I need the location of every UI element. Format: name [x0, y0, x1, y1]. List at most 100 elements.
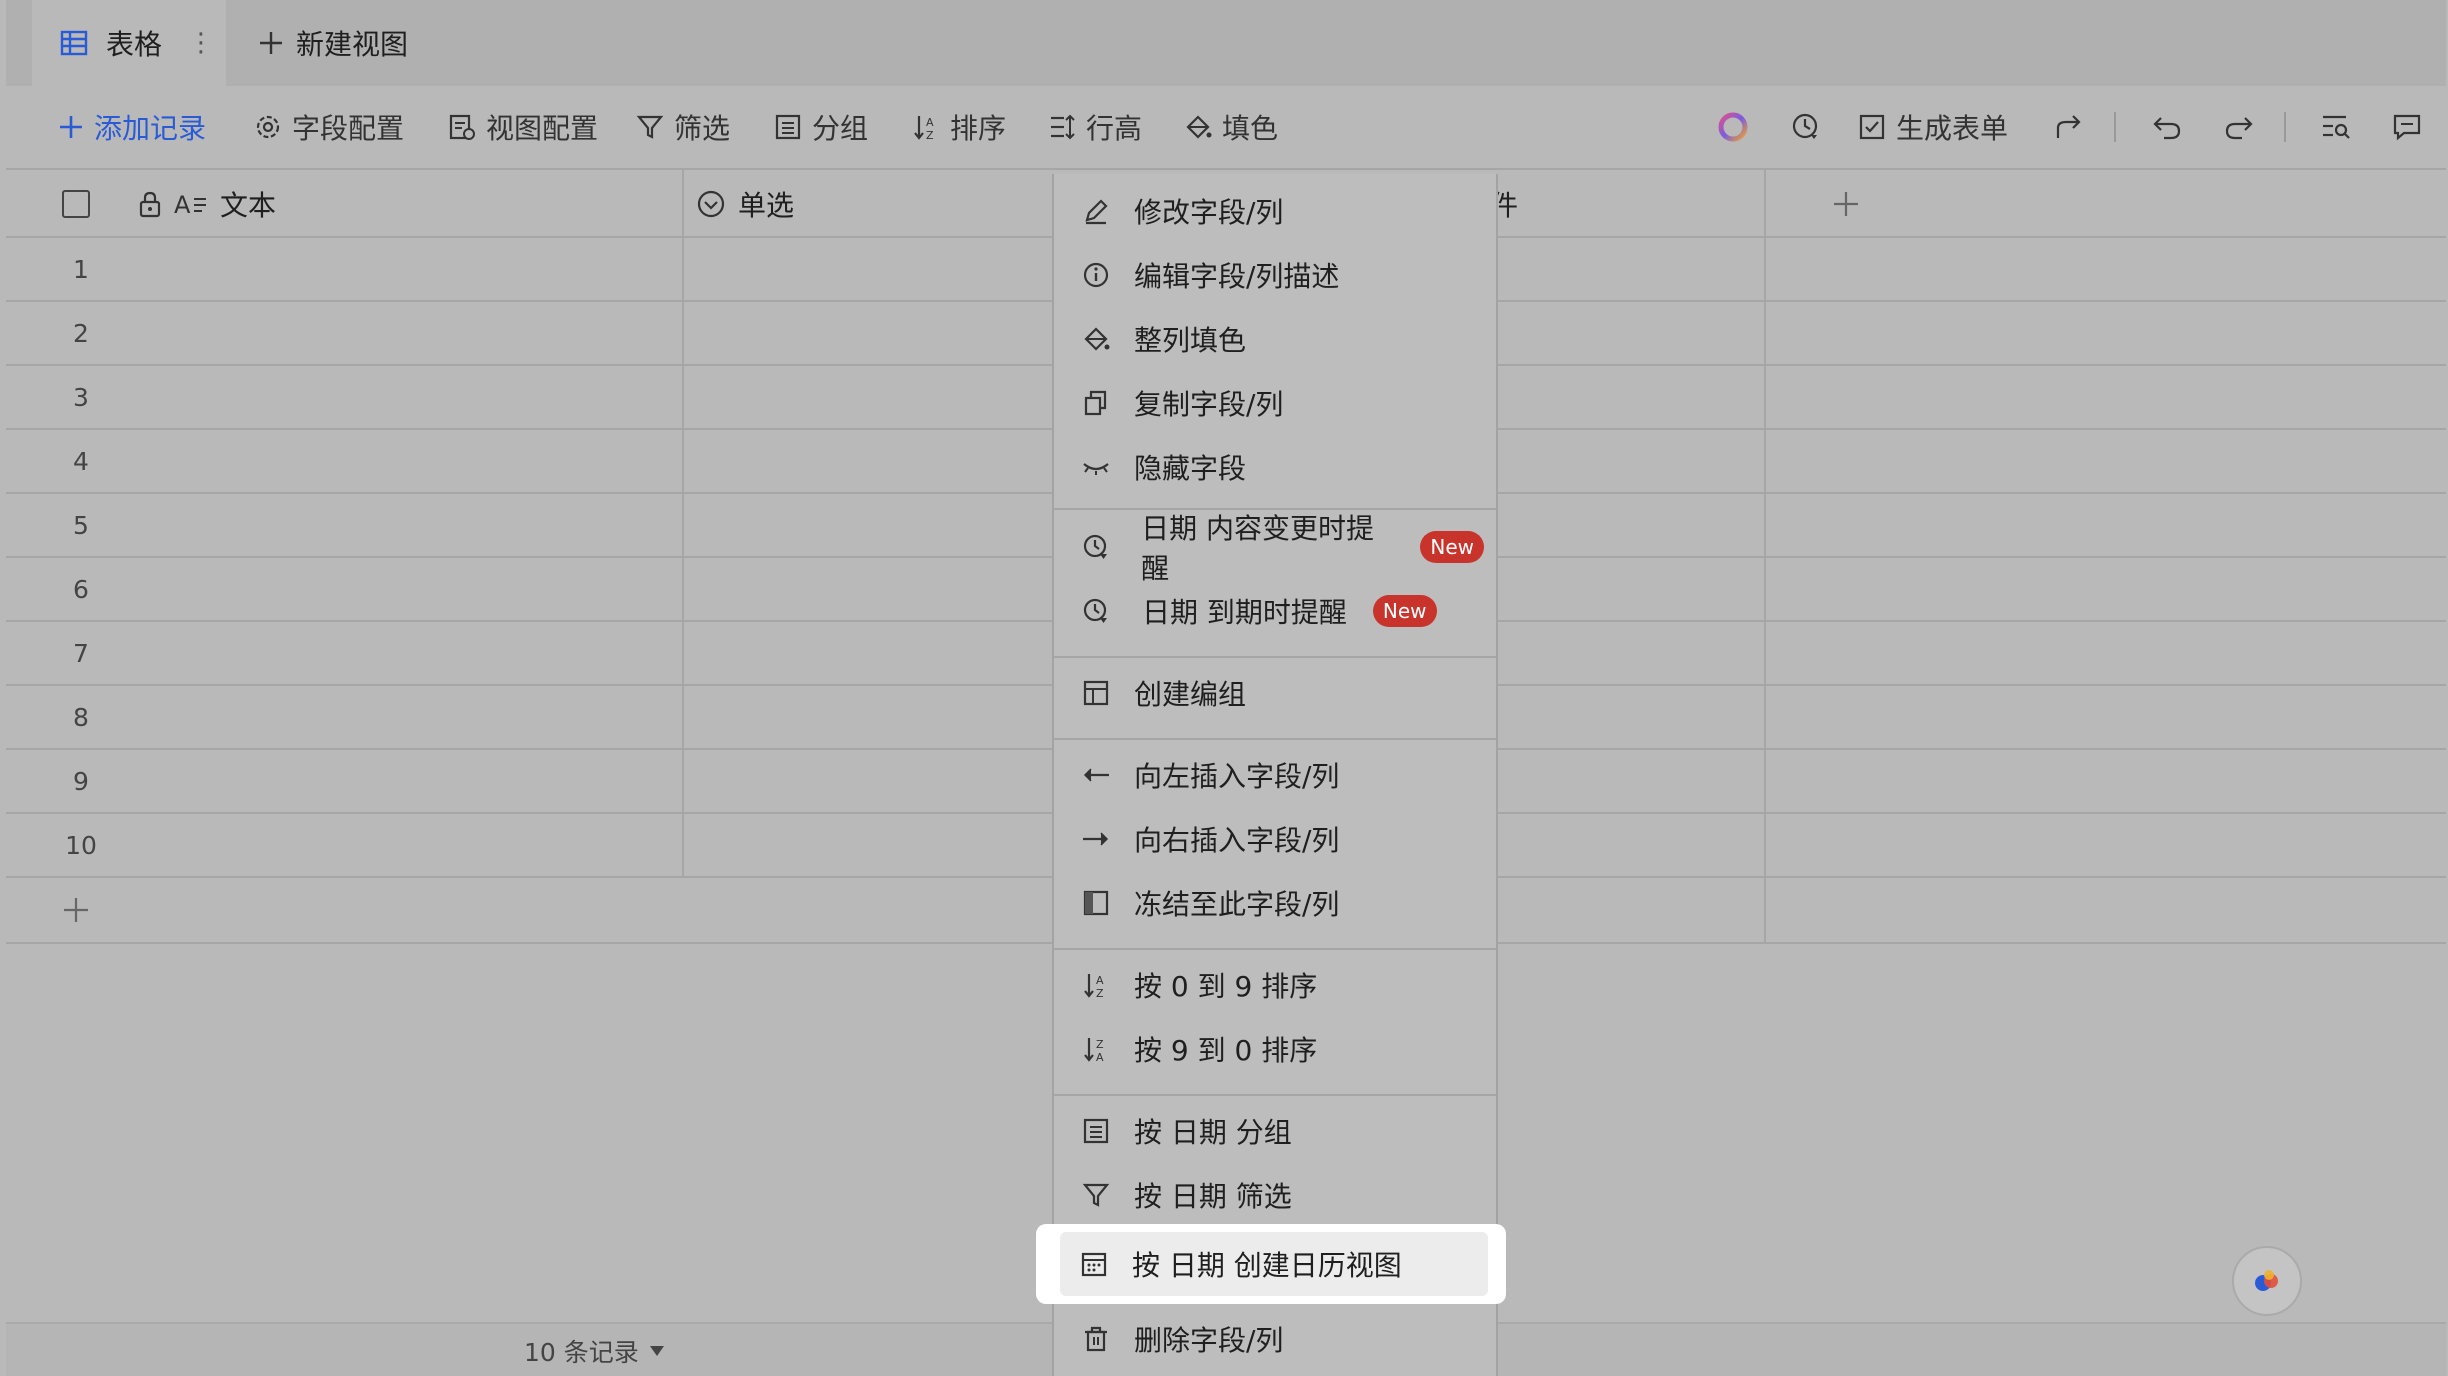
- plus-icon: [1832, 190, 1860, 218]
- record-count[interactable]: 10 条记录: [524, 1324, 665, 1376]
- filter-button[interactable]: 筛选: [636, 86, 730, 168]
- menu-item-due-reminder[interactable]: 日期 到期时提醒 New: [1074, 582, 1484, 640]
- menu-item-edit-field[interactable]: 修改字段/列: [1074, 182, 1484, 240]
- menu-item-create-calendar-view[interactable]: 按 日期 创建日历视图: [1072, 1235, 1482, 1293]
- form-check-icon: [1858, 113, 1886, 141]
- redo-icon[interactable]: [2224, 86, 2254, 168]
- column-header-single-select[interactable]: 单选: [696, 170, 794, 238]
- svg-text:Z: Z: [1096, 987, 1104, 999]
- row-number: 9: [73, 766, 89, 796]
- sort-button[interactable]: AZ 排序: [912, 86, 1006, 168]
- menu-item-label: 创建编组: [1134, 678, 1247, 711]
- assistant-fab[interactable]: [2232, 1246, 2302, 1316]
- row-number: 1: [73, 254, 89, 284]
- menu-item-sort-asc[interactable]: AZ 按 0 到 9 排序: [1074, 956, 1484, 1014]
- menu-item-label: 按 日期 筛选: [1134, 1180, 1292, 1213]
- column-context-menu: 修改字段/列 编辑字段/列描述 整列填色 复制字段/列 隐藏字段 日期 内容变更…: [1052, 174, 1498, 1376]
- menu-item-label: 日期 内容变更时提醒: [1141, 512, 1374, 585]
- reminder-icon: [1080, 595, 1112, 627]
- view-config-icon: [448, 113, 476, 141]
- assistant-icon: [2251, 1265, 2283, 1297]
- paint-bucket-icon: [1184, 113, 1212, 141]
- menu-item-hide-field[interactable]: 隐藏字段: [1074, 438, 1484, 496]
- row-number: 7: [73, 638, 89, 668]
- new-badge: New: [1372, 595, 1437, 627]
- menu-item-label: 冻结至此字段/列: [1134, 888, 1340, 921]
- fill-color-label: 填色: [1222, 112, 1279, 145]
- pencil-icon: [1080, 195, 1112, 227]
- filter-icon: [1080, 1179, 1112, 1211]
- menu-item-label: 日期 到期时提醒: [1142, 596, 1347, 629]
- menu-item-group-by-date[interactable]: 按 日期 分组: [1074, 1102, 1484, 1160]
- view-config-button[interactable]: 视图配置: [448, 86, 598, 168]
- group-label: 分组: [812, 112, 869, 145]
- menu-item-create-group[interactable]: 创建编组: [1074, 664, 1484, 722]
- lock-icon: [138, 190, 162, 218]
- menu-item-edit-description[interactable]: 编辑字段/列描述: [1074, 246, 1484, 304]
- search-list-icon[interactable]: [2320, 86, 2352, 168]
- sort-asc-icon: AZ: [1080, 969, 1112, 1001]
- svg-text:Z: Z: [1096, 1038, 1104, 1051]
- menu-item-fill-column[interactable]: 整列填色: [1074, 310, 1484, 368]
- calendar-icon: [1078, 1248, 1110, 1280]
- freeze-column-icon: [1080, 887, 1112, 919]
- svg-text:Z: Z: [926, 129, 934, 141]
- new-view-label: 新建视图: [296, 28, 409, 61]
- row-height-label: 行高: [1086, 112, 1143, 145]
- plus-icon: [258, 30, 284, 56]
- row-height-icon: [1048, 113, 1076, 141]
- reminder-icon[interactable]: [1790, 86, 1822, 168]
- menu-item-label: 编辑字段/列描述: [1134, 260, 1340, 293]
- new-view-button[interactable]: 新建视图: [258, 0, 408, 86]
- tab-more-icon[interactable]: ⋮: [188, 28, 214, 58]
- menu-item-delete-field[interactable]: 删除字段/列: [1074, 1310, 1484, 1368]
- table-icon: [60, 29, 88, 57]
- generate-form-button[interactable]: 生成表单: [1858, 86, 2008, 168]
- add-column-button[interactable]: [1832, 170, 1860, 238]
- field-config-button[interactable]: 字段配置: [254, 86, 404, 168]
- menu-item-change-reminder[interactable]: 日期 内容变更时提醒 New: [1074, 512, 1484, 585]
- text-type-icon: A: [174, 190, 208, 218]
- tab-table[interactable]: 表格 ⋮: [32, 0, 226, 86]
- menu-item-freeze[interactable]: 冻结至此字段/列: [1074, 874, 1484, 932]
- row-number: 4: [73, 446, 89, 476]
- new-badge: New: [1420, 531, 1484, 563]
- row-number: 5: [73, 510, 89, 540]
- layout-icon: [1080, 677, 1112, 709]
- menu-divider: [1054, 1094, 1496, 1096]
- share-icon[interactable]: [2054, 86, 2084, 168]
- add-record-button[interactable]: 添加记录: [58, 86, 206, 168]
- group-icon: [774, 113, 802, 141]
- record-count-label: 10 条记录: [524, 1338, 639, 1367]
- menu-item-duplicate-field[interactable]: 复制字段/列: [1074, 374, 1484, 432]
- reminder-icon: [1080, 531, 1111, 563]
- column-header-text-label: 文本: [220, 189, 277, 222]
- undo-icon[interactable]: [2152, 86, 2182, 168]
- copy-icon: [1080, 387, 1112, 419]
- ai-icon[interactable]: [1716, 86, 1750, 168]
- column-header-single-select-label: 单选: [738, 189, 795, 222]
- view-config-label: 视图配置: [486, 112, 599, 145]
- svg-text:A: A: [174, 191, 191, 218]
- menu-item-insert-right[interactable]: 向右插入字段/列: [1074, 810, 1484, 868]
- group-button[interactable]: 分组: [774, 86, 868, 168]
- svg-text:A: A: [1096, 1051, 1104, 1063]
- select-all-checkbox[interactable]: [62, 170, 90, 238]
- filter-icon: [636, 113, 664, 141]
- comment-icon[interactable]: [2392, 86, 2422, 168]
- tab-bar: 表格 ⋮ 新建视图: [6, 0, 2446, 86]
- gear-icon: [254, 113, 282, 141]
- row-height-button[interactable]: 行高: [1048, 86, 1142, 168]
- row-number: 2: [73, 318, 89, 348]
- menu-item-insert-left[interactable]: 向左插入字段/列: [1074, 746, 1484, 804]
- eye-closed-icon: [1080, 451, 1112, 483]
- generate-form-label: 生成表单: [1896, 112, 2009, 145]
- row-number: 3: [73, 382, 89, 412]
- menu-item-sort-desc[interactable]: ZA 按 9 到 0 排序: [1074, 1020, 1484, 1078]
- column-header-text[interactable]: A 文本: [138, 170, 276, 238]
- fill-color-button[interactable]: 填色: [1184, 86, 1278, 168]
- menu-item-filter-by-date[interactable]: 按 日期 筛选: [1074, 1166, 1484, 1224]
- paint-bucket-icon: [1080, 323, 1112, 355]
- menu-item-label: 按 9 到 0 排序: [1134, 1034, 1318, 1067]
- tab-label: 表格: [106, 28, 163, 61]
